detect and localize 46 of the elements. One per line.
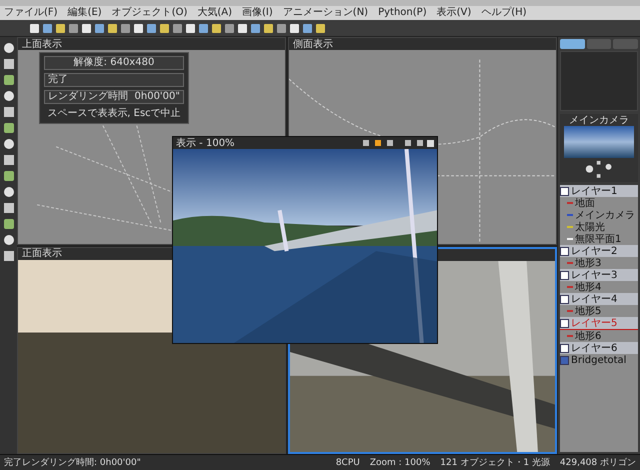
menu-item[interactable]: オブジェクト(O) — [112, 7, 188, 19]
close-icon[interactable] — [427, 140, 434, 146]
viewport-title: 上面表示 — [22, 38, 62, 50]
render-window-tools-icon[interactable] — [363, 140, 423, 146]
camera-title: メインカメラ — [569, 115, 629, 126]
menu-item[interactable]: Python(P) — [378, 7, 427, 19]
browser-item[interactable]: 地形5 — [560, 305, 638, 317]
photo-placeholder — [564, 126, 634, 158]
browser-item[interactable]: レイヤー3 — [560, 269, 638, 281]
browser-item[interactable]: レイヤー2 — [560, 245, 638, 257]
browser-item[interactable]: 地面 — [560, 197, 638, 209]
browser-item[interactable]: レイヤー4 — [560, 293, 638, 305]
render-status: 完了 — [44, 73, 184, 87]
layer-icon — [560, 246, 569, 256]
zoom-level: Zoom : 100% — [370, 458, 430, 468]
layer-icon — [560, 318, 569, 328]
render-hint: スペースで表表示, Escで中止 — [47, 107, 181, 120]
browser-item[interactable]: メインカメラ — [560, 209, 638, 221]
browser-item[interactable]: 地形3 — [560, 257, 638, 269]
cpu-count: 8CPU — [336, 458, 360, 468]
render-time-value: 0h00'00" — [134, 91, 180, 103]
viewport-title: 側面表示 — [293, 38, 333, 50]
browser-item[interactable]: 地形4 — [560, 281, 638, 293]
status-message: 完了レンダリング時間: 0h00'00" — [4, 456, 142, 469]
menu-item[interactable]: 表示(V) — [436, 7, 472, 19]
browser-item[interactable]: Bridgetotal — [560, 354, 638, 366]
browser-item[interactable]: 無限平面1 — [560, 233, 638, 245]
menu-item[interactable]: 画像(I) — [242, 7, 273, 19]
viewport-title: 正面表示 — [22, 248, 62, 259]
browser-item[interactable]: 地形6 — [560, 330, 638, 342]
browser-item[interactable]: レイヤー6 — [560, 342, 638, 354]
layer-icon — [560, 294, 569, 304]
object-count: 121 オブジェクト・1 光源 — [440, 456, 550, 469]
menu-item[interactable]: アニメーション(N) — [282, 7, 368, 19]
polygon-count: 429,408 ポリゴン — [560, 456, 636, 469]
resolution-label: 解像度: 640x480 — [44, 56, 184, 70]
browser-item[interactable]: 太陽光 — [560, 221, 638, 233]
menu-item[interactable]: ファイル(F) — [4, 7, 58, 19]
render-time-label: レンダリング時間 — [48, 91, 128, 103]
browser-item[interactable]: レイヤー1 — [560, 185, 638, 197]
layer-icon — [560, 186, 569, 196]
layer-icon — [560, 270, 569, 280]
menu-item[interactable]: 編集(E) — [68, 7, 102, 19]
menu-item[interactable]: ヘルプ(H) — [481, 7, 527, 19]
render-window-title: 表示 - 100% — [176, 138, 236, 148]
menu-item[interactable]: 大気(A) — [197, 7, 232, 19]
